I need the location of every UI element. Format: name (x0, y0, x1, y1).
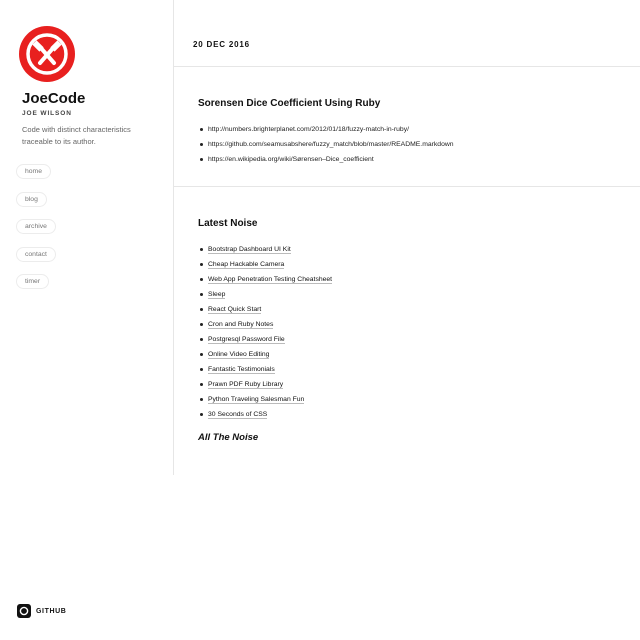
sidebar: JoeCode JOE WILSON Code with distinct ch… (0, 0, 174, 475)
post-link[interactable]: http://numbers.brighterplanet.com/2012/0… (198, 122, 640, 137)
nav-archive-button[interactable]: archive (16, 219, 56, 234)
github-icon[interactable] (17, 604, 31, 618)
noise-link[interactable]: Web App Penetration Testing Cheatsheet (208, 276, 333, 284)
list-item: Cron and Ruby Notes (198, 317, 640, 332)
noise-link[interactable]: Python Traveling Salesman Fun (208, 396, 305, 404)
noise-link[interactable]: Postgresql Password File (208, 336, 285, 344)
list-item: Online Video Editing (198, 347, 640, 362)
noise-link[interactable]: Prawn PDF Ruby Library (208, 381, 284, 389)
list-item: Python Traveling Salesman Fun (198, 392, 640, 407)
list-item: Postgresql Password File (198, 332, 640, 347)
site-tagline: Code with distinct characteristics trace… (22, 125, 131, 146)
list-item: Web App Penetration Testing Cheatsheet (198, 272, 640, 287)
all-noise-link[interactable]: All The Noise (198, 432, 258, 443)
nav-timer-button[interactable]: timer (16, 274, 50, 289)
list-item: Cheap Hackable Camera (198, 257, 640, 272)
main-content: 20 DEC 2016 Sorensen Dice Coefficient Us… (174, 0, 640, 445)
noise-link[interactable]: Cheap Hackable Camera (208, 261, 285, 269)
list-item: Prawn PDF Ruby Library (198, 377, 640, 392)
author-name: JOE WILSON (22, 110, 72, 117)
list-item: Fantastic Testimonials (198, 362, 640, 377)
noise-link[interactable]: Bootstrap Dashboard UI Kit (208, 246, 291, 254)
sidebar-nav: home blog archive contact timer (16, 160, 56, 298)
noise-link[interactable]: React Quick Start (208, 306, 262, 314)
list-item: React Quick Start (198, 302, 640, 317)
post-section: Sorensen Dice Coefficient Using Ruby htt… (174, 67, 640, 187)
post-link[interactable]: https://en.wikipedia.org/wiki/Sørensen–D… (198, 152, 640, 167)
noise-link[interactable]: Fantastic Testimonials (208, 366, 275, 374)
noise-link[interactable]: Online Video Editing (208, 351, 270, 359)
post-date: 20 DEC 2016 (193, 40, 250, 49)
crossed-hammers-icon[interactable] (19, 26, 75, 82)
nav-home-button[interactable]: home (16, 164, 52, 179)
noise-link[interactable]: Sleep (208, 291, 226, 299)
nav-blog-button[interactable]: blog (16, 191, 47, 207)
noise-list: Bootstrap Dashboard UI Kit Cheap Hackabl… (198, 242, 640, 422)
date-header: 20 DEC 2016 (174, 0, 640, 67)
noise-link[interactable]: 30 Seconds of CSS (208, 411, 268, 419)
nav-contact-button[interactable]: contact (16, 246, 56, 262)
site-title[interactable]: JoeCode (22, 90, 85, 107)
post-link-list: http://numbers.brighterplanet.com/2012/0… (198, 122, 640, 167)
post-title: Sorensen Dice Coefficient Using Ruby (198, 98, 381, 109)
latest-noise-section: Latest Noise Bootstrap Dashboard UI Kit … (174, 187, 640, 445)
post-link[interactable]: https://github.com/seamusabshere/fuzzy_m… (198, 137, 640, 152)
list-item: 30 Seconds of CSS (198, 407, 640, 422)
github-link[interactable]: GITHUB (17, 604, 66, 618)
github-label[interactable]: GITHUB (36, 608, 66, 615)
latest-noise-title: Latest Noise (198, 218, 258, 229)
noise-link[interactable]: Cron and Ruby Notes (208, 321, 274, 329)
list-item: Sleep (198, 287, 640, 302)
list-item: Bootstrap Dashboard UI Kit (198, 242, 640, 257)
